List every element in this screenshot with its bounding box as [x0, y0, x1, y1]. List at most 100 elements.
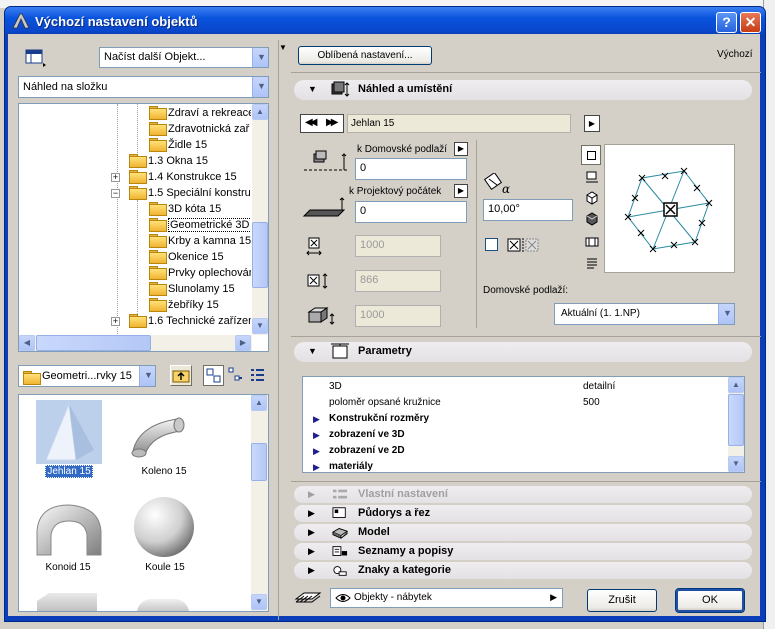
- param-group-row[interactable]: ▶ zobrazení ve 2D: [303, 443, 729, 459]
- scroll-up-icon[interactable]: ▲: [251, 395, 267, 411]
- scroll-down-icon[interactable]: ▼: [728, 456, 744, 472]
- home-story-menu-button[interactable]: ▶: [454, 142, 468, 156]
- gallery-item-partial[interactable]: [137, 599, 189, 611]
- pane-splitter[interactable]: [278, 40, 284, 620]
- section-plan-header[interactable]: ▶ Půdorys a řez: [294, 505, 752, 522]
- expand-icon[interactable]: +: [111, 317, 120, 326]
- gallery-item-partial[interactable]: [37, 593, 97, 611]
- object-menu-button[interactable]: ▶: [584, 115, 600, 132]
- height-input[interactable]: 1000: [355, 305, 441, 327]
- scroll-thumb[interactable]: [252, 222, 268, 288]
- title-bar[interactable]: Výchozí nastavení objektů ? ✕: [5, 7, 765, 35]
- tree-item[interactable]: 1.6 Technické zařízení: [129, 314, 251, 330]
- scroll-down-icon[interactable]: ▼: [251, 594, 267, 610]
- gallery-item-konoid[interactable]: [33, 501, 105, 559]
- view-combo[interactable]: Náhled na složku: [18, 76, 269, 98]
- params-vscrollbar[interactable]: ▲ ▼: [728, 377, 744, 472]
- gallery-item-jehlan[interactable]: [36, 400, 102, 464]
- object-nav-buttons[interactable]: ◀◀ ▶▶: [300, 114, 344, 133]
- param-row[interactable]: poloměr opsané kružnice 500: [303, 395, 729, 411]
- scroll-thumb[interactable]: [728, 394, 744, 446]
- tree-item[interactable]: Geometrické 3D prvky 15: [149, 218, 251, 234]
- gallery-item-koule[interactable]: [132, 495, 196, 559]
- param-group-row[interactable]: ▶ materiály: [303, 459, 729, 472]
- collapsed-arrow-icon[interactable]: ▶: [313, 414, 320, 425]
- collapsed-arrow-icon[interactable]: ▶: [313, 446, 320, 457]
- section-params-header[interactable]: ▼ Parametry: [294, 342, 752, 362]
- gallery-vscrollbar[interactable]: ▲ ▼: [251, 395, 268, 611]
- preview-mode-plan-button[interactable]: [581, 145, 601, 165]
- section-custom-header[interactable]: ▶ Vlastní nastavení: [294, 486, 752, 503]
- scroll-left-icon[interactable]: ◀: [19, 335, 35, 351]
- help-button[interactable]: ?: [716, 12, 737, 33]
- tree-hscrollbar[interactable]: ◀ ▶: [19, 335, 252, 351]
- parameters-list[interactable]: 3D detailní poloměr opsané kružnice 500 …: [302, 376, 745, 473]
- tree-item[interactable]: 1.5 Speciální konstrukce: [129, 186, 251, 202]
- small-icon-view-button[interactable]: [226, 365, 246, 386]
- object-name-field[interactable]: Jehlan 15: [347, 114, 571, 133]
- param-group-row[interactable]: ▶ zobrazení ve 3D: [303, 427, 729, 443]
- preview-mode-list-icon[interactable]: [585, 257, 599, 271]
- angle-input[interactable]: 10,00°: [483, 199, 573, 221]
- width-input[interactable]: 1000: [355, 235, 441, 257]
- icon-view-button[interactable]: [203, 365, 224, 386]
- tree-item[interactable]: Zdraví a rekreace 15: [149, 106, 251, 122]
- view-mode-button[interactable]: [20, 46, 50, 68]
- plan-section-icon: [332, 507, 346, 518]
- preview-mode-section-icon[interactable]: [585, 170, 599, 184]
- tree-item[interactable]: Prvky oplechování: [149, 266, 251, 282]
- depth-input[interactable]: 866: [355, 270, 441, 292]
- prev-object-icon[interactable]: ◀◀: [305, 117, 318, 128]
- layer-combo[interactable]: Objekty - nábytek ▶: [330, 588, 563, 608]
- list-view-small-button[interactable]: [248, 365, 268, 386]
- close-button[interactable]: ✕: [740, 12, 761, 33]
- project-zero-menu-button[interactable]: ▶: [454, 184, 468, 198]
- next-object-icon[interactable]: ▶▶: [326, 117, 339, 128]
- preview-mode-elevation-icon[interactable]: [585, 235, 599, 249]
- collapse-icon[interactable]: −: [111, 189, 120, 198]
- tree-vscrollbar[interactable]: ▲ ▼: [252, 104, 268, 335]
- ok-button[interactable]: OK: [675, 588, 745, 613]
- section-preview-header[interactable]: ▼ Náhled a umístění: [294, 80, 752, 100]
- tree-item[interactable]: 3D kóta 15: [149, 202, 221, 218]
- gallery-item-koleno[interactable]: [125, 411, 197, 463]
- collapsed-arrow-icon[interactable]: ▶: [313, 462, 320, 472]
- mirror-checkbox[interactable]: [485, 238, 498, 251]
- hscroll-thumb[interactable]: [36, 335, 151, 351]
- svg-text:α: α: [502, 182, 510, 195]
- section-marks-header[interactable]: ▶ Znaky a kategorie: [294, 562, 752, 579]
- tree-item[interactable]: Okenice 15: [149, 250, 224, 266]
- object-gallery[interactable]: Jehlan 15 Koleno 15 Konoid 15 Koule 15 ▲…: [18, 394, 269, 612]
- tree-item[interactable]: Židle 15: [149, 138, 207, 154]
- folder-icon: [149, 218, 167, 232]
- tree-item[interactable]: Krby a kamna 15: [149, 234, 251, 250]
- tree-item[interactable]: 1.4 Konstrukce 15: [129, 170, 237, 186]
- folder-combo[interactable]: Geometri...rvky 15: [18, 365, 156, 387]
- preview-mode-3d-icon[interactable]: [585, 191, 599, 205]
- tree-item[interactable]: 1.3 Okna 15: [129, 154, 208, 170]
- tree-item[interactable]: Slunolamy 15: [149, 282, 235, 298]
- tree-item[interactable]: Zdravotnická zař: [149, 122, 249, 138]
- project-zero-input[interactable]: 0: [355, 201, 467, 223]
- scroll-right-icon[interactable]: ▶: [235, 335, 251, 351]
- library-tree[interactable]: Zdraví a rekreace 15 Zdravotnická zař Židl…: [18, 103, 269, 352]
- tree-item[interactable]: žebříky 15: [149, 298, 219, 314]
- cancel-button[interactable]: Zrušit: [587, 589, 657, 612]
- home-floor-combo[interactable]: Aktuální (1. 1.NP): [554, 303, 735, 325]
- object-preview-canvas[interactable]: [604, 144, 735, 273]
- section-model-header[interactable]: ▶ Model: [294, 524, 752, 541]
- scroll-up-icon[interactable]: ▲: [252, 104, 268, 120]
- folder-up-button[interactable]: [170, 365, 192, 386]
- preview-mode-3d-shaded-icon[interactable]: [585, 212, 599, 226]
- collapsed-arrow-icon[interactable]: ▶: [313, 430, 320, 441]
- expand-icon[interactable]: +: [111, 173, 120, 182]
- param-group-row[interactable]: ▶ Konstrukční rozměry: [303, 411, 729, 427]
- load-more-objects-button[interactable]: Načíst další Objekt...: [99, 47, 269, 68]
- home-story-input[interactable]: 0: [355, 158, 467, 180]
- param-row[interactable]: 3D detailní: [303, 379, 729, 395]
- scroll-down-icon[interactable]: ▼: [252, 318, 268, 334]
- scroll-up-icon[interactable]: ▲: [728, 377, 744, 393]
- section-lists-header[interactable]: ▶ Seznamy a popisy: [294, 543, 752, 560]
- favorites-button[interactable]: Oblíbená nastavení...: [298, 46, 432, 65]
- scroll-thumb[interactable]: [251, 443, 267, 481]
